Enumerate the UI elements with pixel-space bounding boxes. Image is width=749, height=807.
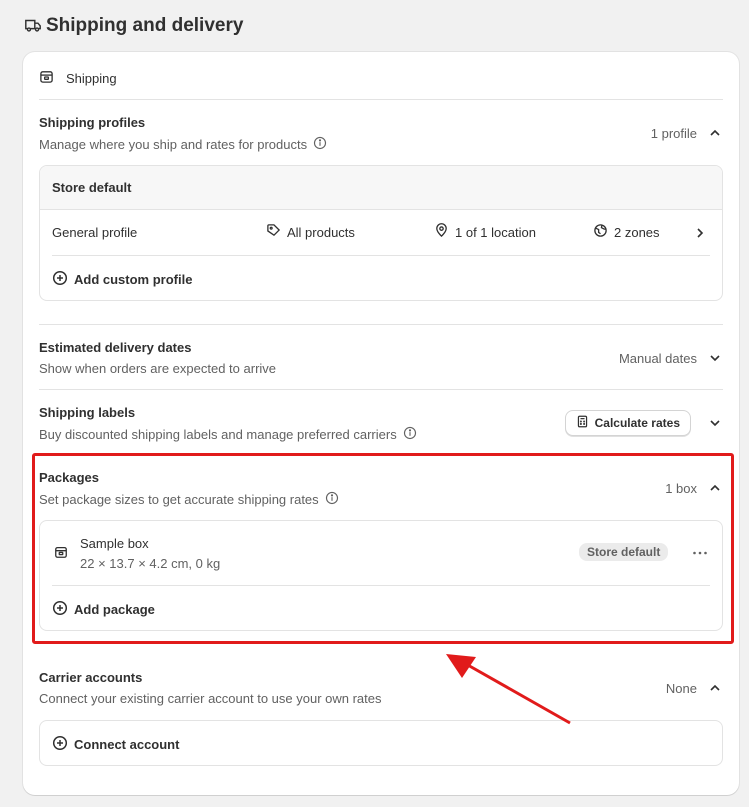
- shipping-profiles-toggle[interactable]: 1 profile: [651, 123, 723, 143]
- calculate-rates-label: Calculate rates: [594, 416, 680, 430]
- delivery-dates-toggle[interactable]: Manual dates: [619, 348, 723, 368]
- add-package-label: Add package: [74, 602, 155, 617]
- card-header: Shipping: [39, 69, 117, 87]
- carrier-accounts-toggle[interactable]: None: [666, 678, 723, 698]
- calculate-rates-button[interactable]: Calculate rates: [564, 410, 691, 436]
- card-header-label: Shipping: [66, 70, 117, 86]
- packages-description-text: Set package sizes to get accurate shippi…: [39, 492, 319, 507]
- plus-circle-icon: [52, 270, 68, 289]
- add-custom-profile-button[interactable]: Add custom profile: [52, 270, 192, 289]
- packages-list: Sample box 22 × 13.7 × 4.2 cm, 0 kg Stor…: [39, 520, 723, 631]
- globe-icon: [593, 223, 608, 241]
- delivery-dates-description: Show when orders are expected to arrive: [39, 361, 276, 376]
- chevron-up-icon: [707, 680, 723, 696]
- shipping-labels-controls: Calculate rates: [564, 410, 723, 436]
- divider: [39, 324, 723, 325]
- store-default-header: Store default: [40, 166, 722, 210]
- profile-count: 1 profile: [650, 125, 697, 141]
- calculator-icon: [576, 415, 589, 431]
- info-icon[interactable]: [325, 491, 339, 508]
- general-profile-name[interactable]: General profile: [52, 225, 137, 240]
- shipping-card: Shipping Shipping profiles Manage where …: [23, 52, 739, 795]
- location-pin-icon: [434, 223, 449, 241]
- connect-account-box: Connect account: [39, 720, 723, 766]
- info-icon[interactable]: [403, 426, 417, 443]
- truck-icon: [24, 16, 42, 37]
- shipping-profiles-description-text: Manage where you ship and rates for prod…: [39, 137, 308, 152]
- packages-description: Set package sizes to get accurate shippi…: [39, 491, 339, 508]
- plus-circle-icon: [52, 735, 68, 754]
- shipping-profiles-description: Manage where you ship and rates for prod…: [39, 136, 327, 153]
- profile-zones-label: 2 zones: [614, 224, 660, 240]
- chevron-right-icon[interactable]: [692, 225, 708, 241]
- page-title: Shipping and delivery: [46, 15, 244, 36]
- divider: [39, 389, 723, 390]
- shipping-labels-description: Buy discounted shipping labels and manag…: [39, 426, 417, 443]
- shipping-labels-title: Shipping labels: [39, 405, 136, 420]
- store-default-badge: Store default: [579, 543, 669, 561]
- delivery-dates-title: Estimated delivery dates: [39, 340, 192, 355]
- shipping-profiles-title: Shipping profiles: [39, 115, 146, 130]
- carrier-accounts-title: Carrier accounts: [39, 670, 143, 685]
- info-icon[interactable]: [313, 136, 327, 153]
- divider: [52, 255, 710, 256]
- connect-account-button[interactable]: Connect account: [52, 735, 179, 754]
- chevron-down-icon: [707, 350, 723, 366]
- package-dimensions: 22 × 13.7 × 4.2 cm, 0 kg: [80, 556, 221, 571]
- carrier-accounts-description-text: Connect your existing carrier account to…: [39, 691, 382, 706]
- profile-locations-label: 1 of 1 location: [455, 224, 536, 240]
- store-default-group: Store default General profile All produc…: [39, 165, 723, 301]
- package-name: Sample box: [80, 536, 149, 551]
- tag-icon: [266, 223, 281, 241]
- carrier-accounts-description: Connect your existing carrier account to…: [39, 691, 382, 706]
- more-actions-icon[interactable]: [691, 544, 709, 565]
- profile-products: All products: [266, 223, 355, 241]
- add-custom-profile-label: Add custom profile: [74, 272, 193, 287]
- page-header: Shipping and delivery: [24, 14, 243, 38]
- profile-locations: 1 of 1 location: [434, 223, 536, 241]
- add-package-button[interactable]: Add package: [52, 600, 155, 619]
- divider: [52, 585, 710, 586]
- packages-toggle[interactable]: 1 box: [665, 478, 723, 498]
- delivery-dates-description-text: Show when orders are expected to arrive: [39, 361, 277, 376]
- package-icon: [54, 545, 68, 562]
- divider: [39, 99, 723, 100]
- profile-zones: 2 zones: [593, 223, 660, 241]
- carrier-accounts-value: None: [665, 680, 697, 696]
- general-profile-label: General profile: [52, 225, 138, 240]
- profile-products-label: All products: [287, 224, 355, 240]
- plus-circle-icon: [52, 600, 68, 619]
- delivery-dates-value: Manual dates: [618, 350, 697, 366]
- connect-account-label: Connect account: [74, 737, 180, 752]
- packages-title: Packages: [39, 470, 99, 485]
- chevron-up-icon: [707, 125, 723, 141]
- chevron-down-icon[interactable]: [707, 415, 723, 431]
- shipping-labels-description-text: Buy discounted shipping labels and manag…: [39, 427, 397, 442]
- chevron-up-icon: [707, 480, 723, 496]
- packages-count: 1 box: [665, 480, 697, 496]
- package-icon: [39, 69, 54, 87]
